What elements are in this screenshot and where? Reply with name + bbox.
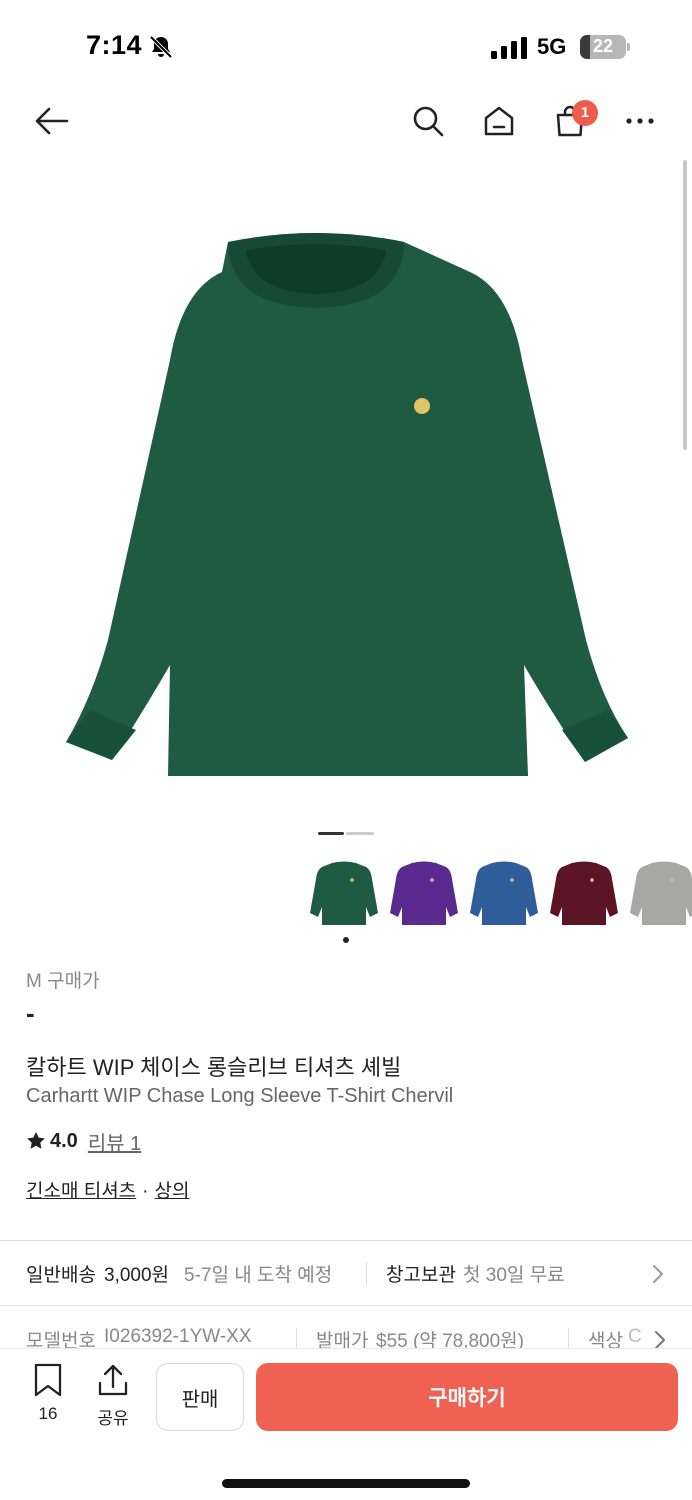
home-button[interactable]: [475, 97, 523, 145]
battery-icon: 22: [580, 35, 630, 59]
color-option-blue[interactable]: [466, 855, 542, 931]
more-icon: [626, 118, 654, 124]
category-breadcrumb: 긴소매 티셔츠 · 상의: [26, 1176, 189, 1203]
divider: [366, 1262, 367, 1284]
divider: [296, 1328, 297, 1348]
category-link-longsleeve[interactable]: 긴소매 티셔츠: [26, 1181, 136, 1202]
chevron-right-icon: [653, 1265, 663, 1283]
review-link[interactable]: 리뷰 1: [88, 1127, 141, 1156]
rating-value: 4.0: [50, 1129, 78, 1152]
color-option-grey[interactable]: [626, 855, 692, 931]
network-label: 5G: [537, 34, 567, 59]
category-separator: ·: [142, 1181, 149, 1202]
price-label: M 구매가: [26, 971, 100, 992]
chevron-right-icon: [655, 1331, 665, 1349]
storage-note: 첫 30일 무료: [463, 1265, 565, 1286]
bell-muted-icon: [149, 35, 173, 59]
release-price-value: $55 (약 78,800원): [376, 1331, 524, 1350]
model-number-label: 모델번호: [26, 1331, 96, 1350]
search-button[interactable]: [404, 97, 452, 145]
color-option-green[interactable]: [306, 855, 382, 931]
share-icon: [98, 1364, 128, 1396]
share-button[interactable]: 공유: [85, 1363, 141, 1433]
model-number-value: I026392-1YW-XX: [104, 1326, 252, 1347]
carousel-dot-active: [318, 832, 344, 835]
color-value: C: [628, 1326, 642, 1347]
color-option-purple[interactable]: [386, 855, 462, 931]
delivery-options-row[interactable]: 일반배송 3,000원 5-7일 내 도착 예정 창고보관 첫 30일 무료: [0, 1242, 692, 1304]
star-icon: [27, 1132, 45, 1149]
standard-delivery-eta: 5-7일 내 도착 예정: [184, 1265, 333, 1286]
price-value: -: [26, 998, 35, 1028]
home-indicator: [222, 1479, 470, 1488]
bottom-action-bar: 16 공유 판매 구매하기: [0, 1348, 692, 1500]
storage-label: 창고보관: [386, 1265, 456, 1286]
color-option-burgundy[interactable]: [546, 855, 622, 931]
scrollbar[interactable]: [683, 160, 687, 450]
battery-level: 22: [592, 36, 614, 56]
standard-delivery-price: 3,000원: [104, 1265, 170, 1286]
home-icon: [484, 106, 514, 136]
status-time: 7:14: [86, 30, 143, 60]
buy-button[interactable]: 구매하기: [256, 1363, 678, 1431]
search-icon: [413, 106, 444, 137]
divider: [568, 1328, 569, 1348]
rating-row: 4.0 리뷰 1: [26, 1127, 141, 1155]
bookmark-count: 16: [38, 1404, 58, 1423]
selected-thumb-dot: [343, 937, 349, 943]
release-price-label: 발매가: [316, 1331, 369, 1350]
color-label: 색상: [588, 1331, 623, 1350]
product-title-korean: 칼하트 WIP 체이스 롱슬리브 티셔츠 셰빌: [26, 1055, 402, 1080]
status-bar: 7:14 5G 22: [0, 0, 692, 90]
share-label: 공유: [97, 1409, 129, 1428]
product-title-english: Carhartt WIP Chase Long Sleeve T-Shirt C…: [26, 1085, 454, 1107]
more-button[interactable]: [616, 97, 664, 145]
back-button[interactable]: [27, 97, 75, 145]
cart-count-badge: 1: [572, 100, 598, 126]
product-image[interactable]: [40, 210, 652, 800]
bookmark-button[interactable]: 16: [20, 1363, 76, 1433]
carousel-dot: [346, 832, 374, 835]
back-arrow-icon: [35, 107, 69, 135]
product-spec-row[interactable]: 모델번호 I026392-1YW-XX 발매가 $55 (약 78,800원) …: [0, 1306, 692, 1350]
category-link-tops[interactable]: 상의: [155, 1181, 190, 1202]
section-divider: [0, 1240, 692, 1241]
color-thumbnails: [306, 855, 692, 945]
sell-button[interactable]: 판매: [156, 1363, 244, 1431]
bookmark-icon: [34, 1363, 62, 1397]
standard-delivery-label: 일반배송: [26, 1265, 96, 1286]
signal-icon: [491, 37, 527, 59]
